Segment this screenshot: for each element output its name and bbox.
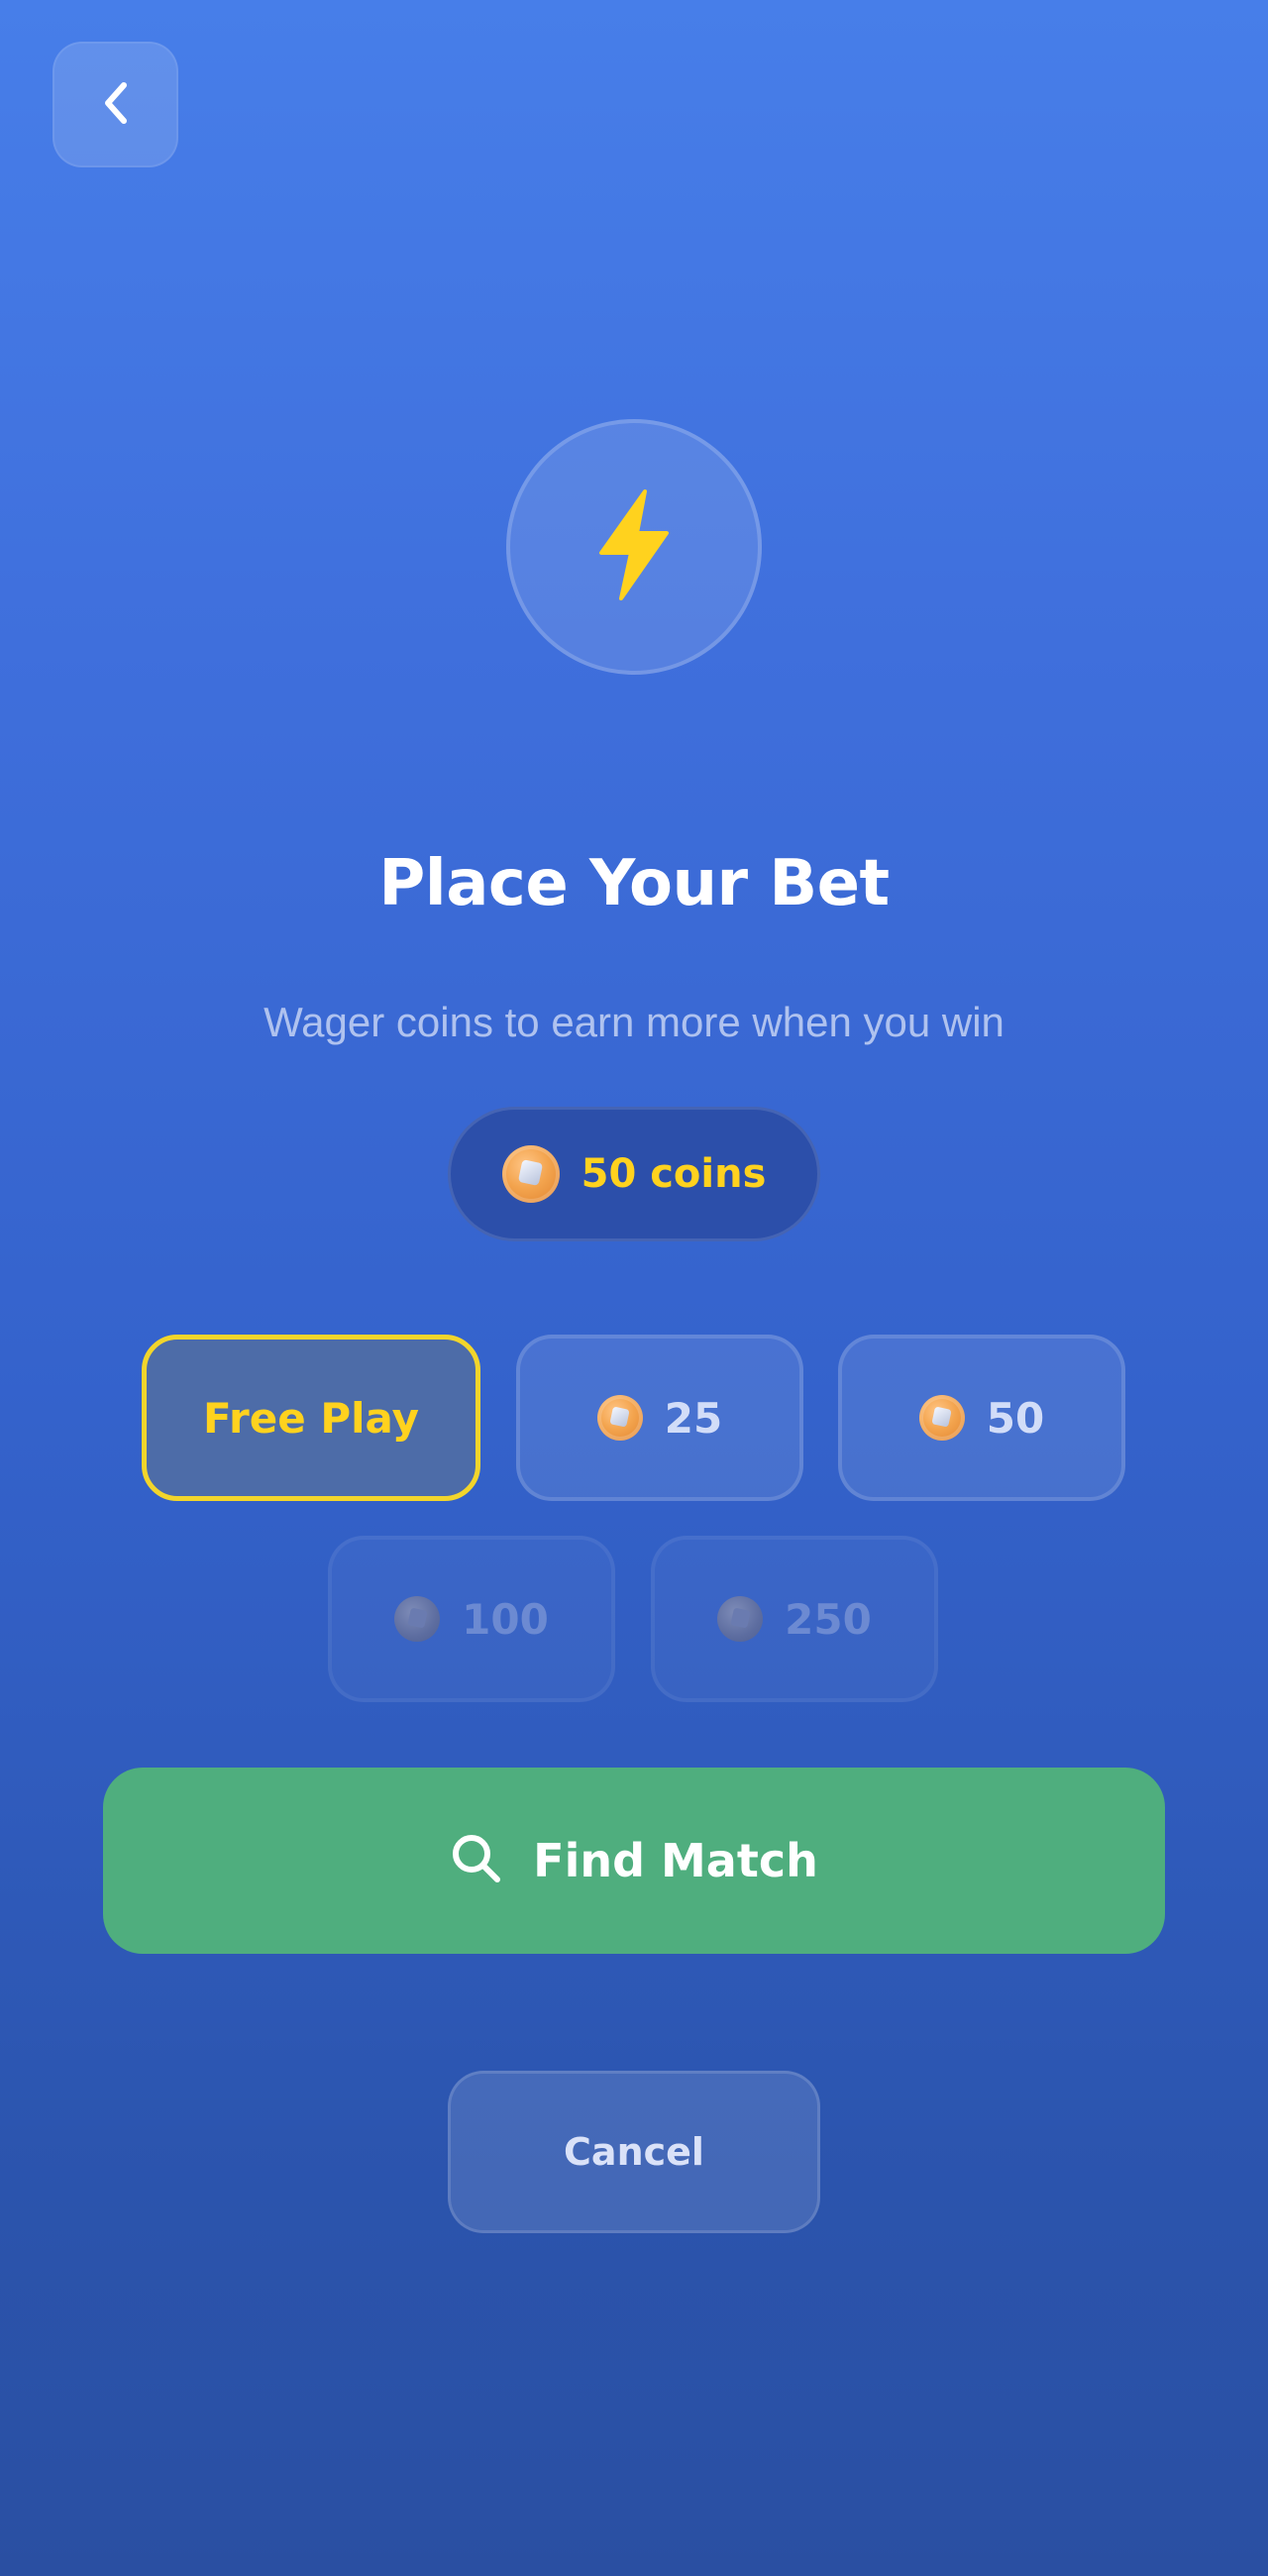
bet-option-label: 25 <box>664 1393 723 1443</box>
bet-option-250: 250 <box>651 1536 938 1702</box>
bet-option-label: 50 <box>986 1393 1045 1443</box>
back-button[interactable] <box>53 42 178 167</box>
chevron-left-icon <box>96 77 136 133</box>
bet-option-50[interactable]: 50 <box>838 1335 1125 1501</box>
coin-icon <box>717 1596 764 1642</box>
bet-option-100: 100 <box>328 1536 615 1702</box>
bet-option-label: Free Play <box>203 1393 419 1443</box>
cancel-button[interactable]: Cancel <box>448 2071 820 2233</box>
search-icon <box>450 1832 503 1889</box>
lightning-bolt-icon <box>591 487 677 606</box>
coin-icon <box>394 1596 441 1642</box>
coin-icon <box>596 1395 643 1441</box>
page-title: Place Your Bet <box>378 847 890 920</box>
bet-option-label: 100 <box>462 1594 549 1644</box>
page-subtitle: Wager coins to earn more when you win <box>264 999 1004 1045</box>
bet-option-25[interactable]: 25 <box>516 1335 803 1501</box>
coin-balance: 50 coins <box>448 1107 820 1241</box>
coin-icon <box>918 1395 965 1441</box>
find-match-label: Find Match <box>533 1834 818 1887</box>
coin-icon <box>501 1145 560 1203</box>
bet-option-free-play[interactable]: Free Play <box>142 1335 480 1501</box>
coin-balance-label: 50 coins <box>581 1151 767 1197</box>
hero-badge <box>506 419 762 675</box>
bet-option-label: 250 <box>785 1594 872 1644</box>
find-match-button[interactable]: Find Match <box>103 1768 1165 1954</box>
